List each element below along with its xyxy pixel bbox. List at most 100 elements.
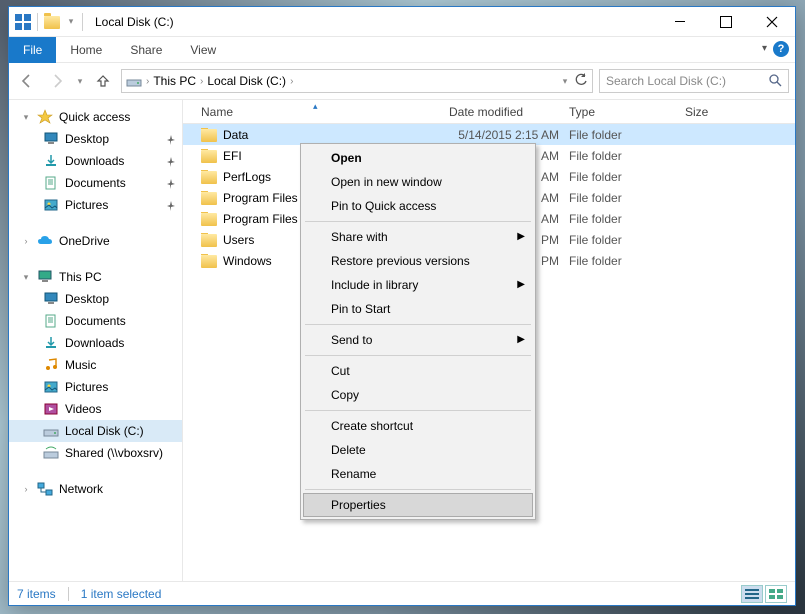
table-row[interactable]: Data 5/14/2015 2:15 AM File folder — [183, 124, 795, 145]
breadcrumb-this-pc[interactable]: This PC — [153, 74, 196, 88]
title-bar: ▾ Local Disk (C:) — [9, 7, 795, 37]
tab-share[interactable]: Share — [116, 37, 176, 63]
ctx-pin-quick-access[interactable]: Pin to Quick access — [303, 194, 533, 218]
refresh-button[interactable] — [574, 73, 588, 90]
file-type: File folder — [563, 191, 679, 205]
sidebar-item-label: Pictures — [65, 380, 108, 394]
sidebar-item-label: OneDrive — [59, 234, 110, 248]
ctx-cut[interactable]: Cut — [303, 359, 533, 383]
folder-icon — [201, 192, 217, 205]
navigation-pane: ▾ Quick access DesktopDownloadsDocuments… — [9, 100, 183, 581]
address-dropdown-icon[interactable]: ▾ — [560, 76, 570, 87]
chevron-right-icon[interactable]: › — [146, 76, 149, 87]
sidebar-item-label: Desktop — [65, 132, 109, 146]
file-name: Users — [223, 233, 254, 247]
up-button[interactable] — [91, 69, 115, 93]
pin-icon — [166, 200, 176, 210]
sidebar-item[interactable]: Desktop — [9, 288, 182, 310]
sidebar-item-label: Videos — [65, 402, 101, 416]
chevron-right-icon[interactable]: › — [290, 76, 293, 87]
forward-button[interactable] — [45, 69, 69, 93]
icons-view-button[interactable] — [765, 585, 787, 603]
ctx-rename[interactable]: Rename — [303, 462, 533, 486]
sidebar-item[interactable]: Documents — [9, 310, 182, 332]
folder-icon — [201, 171, 217, 184]
file-date: 5/14/2015 2:15 AM — [443, 128, 563, 142]
sidebar-item[interactable]: Pictures — [9, 194, 182, 216]
pc-icon — [37, 269, 53, 285]
file-name: Windows — [223, 254, 272, 268]
ctx-open-new-window[interactable]: Open in new window — [303, 170, 533, 194]
drive-icon — [43, 423, 59, 439]
expand-icon[interactable]: › — [21, 484, 31, 494]
sidebar-item[interactable]: Music — [9, 354, 182, 376]
expand-icon[interactable]: ▾ — [21, 272, 31, 283]
sidebar-item[interactable]: Pictures — [9, 376, 182, 398]
ctx-share-with[interactable]: Share with▶ — [303, 225, 533, 249]
sidebar-item[interactable]: Downloads — [9, 332, 182, 354]
sidebar-item[interactable]: Desktop — [9, 128, 182, 150]
history-dropdown-icon[interactable]: ▾ — [75, 76, 85, 87]
breadcrumb-local-disk[interactable]: Local Disk (C:) — [207, 74, 286, 88]
ctx-include-library[interactable]: Include in library▶ — [303, 273, 533, 297]
address-bar[interactable]: › This PC › Local Disk (C:) › ▾ — [121, 69, 593, 93]
ctx-create-shortcut[interactable]: Create shortcut — [303, 414, 533, 438]
ctx-properties[interactable]: Properties — [303, 493, 533, 517]
sidebar-item[interactable]: Downloads — [9, 150, 182, 172]
ctx-restore-versions[interactable]: Restore previous versions — [303, 249, 533, 273]
sidebar-onedrive[interactable]: › OneDrive — [9, 230, 182, 252]
column-headers: Name Date modified Type Size — [183, 100, 795, 124]
help-button[interactable]: ? — [773, 41, 789, 57]
ribbon-collapse-icon[interactable]: ▾ — [762, 43, 767, 54]
music-icon — [43, 357, 59, 373]
sidebar-item-label: This PC — [59, 270, 102, 284]
sidebar-item-label: Network — [59, 482, 103, 496]
sidebar-item-label: Downloads — [65, 336, 124, 350]
explorer-window: ▾ Local Disk (C:) File Home Share View ▾… — [8, 6, 796, 606]
quick-access-toolbar: ▾ — [9, 13, 89, 31]
downloads-icon — [43, 335, 59, 351]
close-button[interactable] — [749, 7, 795, 37]
sidebar-item[interactable]: Videos — [9, 398, 182, 420]
expand-icon[interactable]: ▾ — [21, 112, 31, 123]
documents-icon — [43, 175, 59, 191]
details-view-button[interactable] — [741, 585, 763, 603]
back-button[interactable] — [15, 69, 39, 93]
folder-icon — [201, 150, 217, 163]
sidebar-quick-access[interactable]: ▾ Quick access — [9, 106, 182, 128]
status-selected-count: 1 item selected — [81, 587, 162, 601]
ribbon-tabs: File Home Share View ▾ ? — [9, 37, 795, 63]
ctx-pin-start[interactable]: Pin to Start — [303, 297, 533, 321]
maximize-button[interactable] — [703, 7, 749, 37]
tab-home[interactable]: Home — [56, 37, 116, 63]
tab-view[interactable]: View — [176, 37, 230, 63]
minimize-button[interactable] — [657, 7, 703, 37]
column-type[interactable]: Type — [563, 105, 679, 119]
ctx-send-to[interactable]: Send to▶ — [303, 328, 533, 352]
pin-icon — [166, 156, 176, 166]
file-name: PerfLogs — [223, 170, 271, 184]
ctx-delete[interactable]: Delete — [303, 438, 533, 462]
search-input[interactable]: Search Local Disk (C:) — [599, 69, 789, 93]
sidebar-item[interactable]: Shared (\\vboxsrv) — [9, 442, 182, 464]
column-size[interactable]: Size — [679, 105, 759, 119]
status-bar: 7 items 1 item selected — [9, 581, 795, 605]
sidebar-this-pc[interactable]: ▾ This PC — [9, 266, 182, 288]
ctx-open[interactable]: Open — [303, 146, 533, 170]
ctx-copy[interactable]: Copy — [303, 383, 533, 407]
column-date[interactable]: Date modified — [443, 105, 563, 119]
file-tab[interactable]: File — [9, 37, 56, 63]
desktop-icon — [43, 291, 59, 307]
column-name[interactable]: Name — [183, 105, 443, 119]
folder-icon — [201, 234, 217, 247]
pin-icon — [166, 134, 176, 144]
sidebar-item-label: Shared (\\vboxsrv) — [65, 446, 163, 460]
sidebar-network[interactable]: › Network — [9, 478, 182, 500]
folder-icon[interactable] — [44, 16, 60, 29]
expand-icon[interactable]: › — [21, 236, 31, 246]
chevron-right-icon[interactable]: › — [200, 76, 203, 87]
sidebar-item[interactable]: Documents — [9, 172, 182, 194]
qat-dropdown-icon[interactable]: ▾ — [66, 16, 76, 27]
sidebar-item[interactable]: Local Disk (C:) — [9, 420, 182, 442]
file-type: File folder — [563, 170, 679, 184]
